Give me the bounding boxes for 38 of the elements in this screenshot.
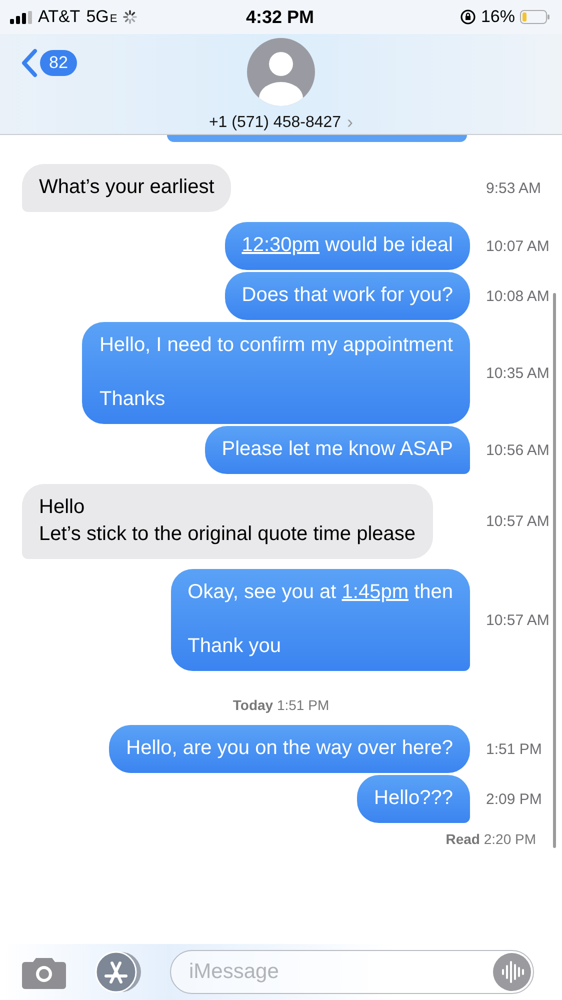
message-time: 10:07 AM — [485, 238, 550, 254]
network-type: 5G E — [86, 7, 118, 27]
message-bubble: What’s your earliest — [22, 164, 232, 212]
message-field[interactable]: iMessage — [170, 950, 534, 994]
message-bubble: Okay, see you at 1:45pm then Thank you — [170, 569, 470, 671]
contact-name[interactable]: +1 (571) 458-8427 › — [208, 112, 354, 133]
message-time: 9:53 AM — [485, 180, 542, 196]
message-bubble: Please let me know ASAP — [204, 426, 470, 474]
message-time: 10:35 AM — [485, 364, 550, 382]
message-bubble: 12:30pm would be ideal — [224, 222, 470, 270]
message-bubble: Hello Let’s stick to the original quote time please — [22, 484, 433, 559]
message-time: 10:57 AM — [485, 513, 550, 530]
carrier-name: AT&T — [38, 7, 80, 27]
battery-percent: 16% — [480, 7, 515, 27]
app-store-icon[interactable] — [94, 950, 142, 994]
read-receipt: Read 2:20 PM — [446, 831, 536, 847]
clock-time: 4:32 PM — [246, 6, 314, 28]
audio-wave-icon[interactable] — [493, 953, 531, 991]
message-link[interactable]: 1:45pm — [342, 581, 409, 603]
avatar-icon[interactable] — [247, 38, 315, 106]
message-time: 10:57 AM — [485, 612, 550, 628]
message-time: 10:08 AM — [485, 288, 550, 304]
message-time: 2:09 PM — [485, 790, 543, 808]
battery-icon — [520, 10, 550, 24]
message-bubble: Hello, I need to confirm my appointment Thanks — [82, 322, 470, 424]
message-time: 1:51 PM — [485, 740, 543, 758]
message-bubble: Does that work for you? — [224, 272, 470, 320]
message-bubble: Hello??? — [357, 775, 470, 823]
loading-icon — [123, 10, 138, 24]
signal-icon — [10, 10, 32, 24]
scrollbar[interactable] — [553, 293, 556, 848]
rotation-lock-icon — [460, 9, 476, 25]
camera-icon[interactable] — [22, 955, 66, 989]
message-link[interactable]: 12:30pm — [242, 234, 320, 256]
message-bubble: Hello, are you on the way over here? — [109, 725, 470, 773]
message-time: 10:56 AM — [485, 442, 550, 458]
chevron-left-icon — [20, 48, 38, 78]
date-separator: Today 1:51 PM — [232, 697, 330, 713]
